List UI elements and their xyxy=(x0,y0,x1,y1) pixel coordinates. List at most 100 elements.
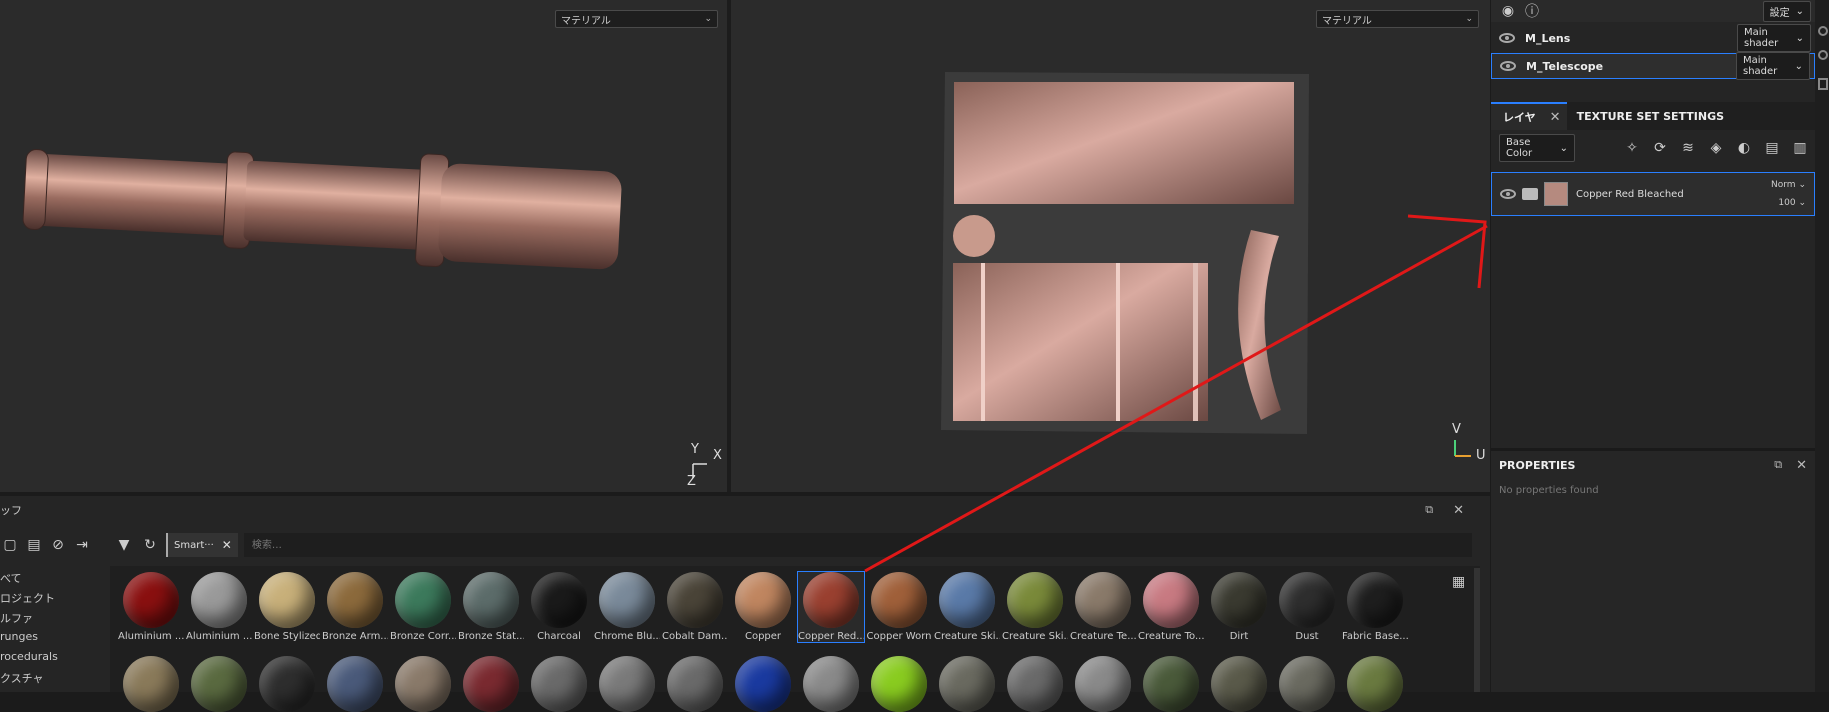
material-tile[interactable] xyxy=(254,656,320,712)
material-tile[interactable] xyxy=(1274,656,1340,712)
eye-icon[interactable] xyxy=(1500,61,1516,71)
close-icon[interactable]: ✕ xyxy=(1796,458,1807,473)
material-tile[interactable] xyxy=(322,656,388,712)
undock-icon[interactable]: ⧉ xyxy=(1774,458,1782,472)
eye-icon[interactable] xyxy=(1499,33,1515,43)
shader-dropdown[interactable]: Main shader ⌄ xyxy=(1737,24,1811,52)
axis-label-v: V xyxy=(1452,422,1461,437)
texture-set-row[interactable]: M_Lens Main shader ⌄ xyxy=(1491,24,1815,52)
material-tile[interactable] xyxy=(798,656,864,712)
axis-label-u: U xyxy=(1476,448,1486,463)
material-tile[interactable]: Creature To... xyxy=(1138,572,1204,642)
layer-row[interactable]: Copper Red Bleached Norm ⌄ 100 ⌄ xyxy=(1491,172,1815,216)
material-tile[interactable] xyxy=(1002,656,1068,712)
viewport-3d[interactable]: マテリアル ⌄ Y X Z xyxy=(0,0,727,492)
material-preview xyxy=(259,572,315,628)
material-tile[interactable]: Dirt xyxy=(1206,572,1272,642)
material-tile[interactable]: Creature Te... xyxy=(1070,572,1136,642)
material-label: Dust xyxy=(1295,631,1319,642)
material-preview xyxy=(463,572,519,628)
material-tile[interactable] xyxy=(458,656,524,712)
channel-dropdown[interactable]: Base Color ⌄ xyxy=(1499,134,1575,162)
material-tile[interactable]: Cobalt Dam... xyxy=(662,572,728,642)
material-tile[interactable]: Creature Ski... xyxy=(1002,572,1068,642)
texture-set-toolbar: ◉ ⓘ 設定 ⌄ xyxy=(1491,0,1815,22)
info-icon[interactable]: ⓘ xyxy=(1523,2,1541,20)
fill-layer-icon[interactable]: ◈ xyxy=(1707,139,1725,157)
material-tile[interactable]: Copper Worn xyxy=(866,572,932,642)
visibility-settings-icon[interactable]: ◉ xyxy=(1499,2,1517,20)
material-tile[interactable]: Bronze Stat... xyxy=(458,572,524,642)
chevron-down-icon: ⌄ xyxy=(1798,180,1806,190)
settings-dropdown[interactable]: 設定 ⌄ xyxy=(1762,0,1811,22)
properties-panel: PROPERTIES ⧉ ✕ No properties found xyxy=(1491,448,1815,692)
material-preview xyxy=(395,656,451,712)
side-tool-icon[interactable] xyxy=(1818,50,1828,60)
material-tile[interactable] xyxy=(866,656,932,712)
magic-wand-icon[interactable]: ✧ xyxy=(1623,139,1641,157)
add-layer-icon[interactable]: ≋ xyxy=(1679,139,1697,157)
material-tile[interactable] xyxy=(186,656,252,712)
material-tile[interactable] xyxy=(934,656,1000,712)
material-tile[interactable] xyxy=(1138,656,1204,712)
material-tile[interactable]: Bronze Arm... xyxy=(322,572,388,642)
axis-label-z: Z xyxy=(687,474,696,489)
close-icon[interactable]: ✕ xyxy=(1550,110,1561,125)
material-tile[interactable] xyxy=(118,656,184,712)
chevron-down-icon: ⌄ xyxy=(1559,142,1568,154)
side-toolbar xyxy=(1815,0,1829,692)
material-tile[interactable] xyxy=(1070,656,1136,712)
eye-icon[interactable] xyxy=(1500,189,1516,199)
material-preview xyxy=(1007,572,1063,628)
material-label: Chrome Blu... xyxy=(594,631,660,642)
material-tile[interactable]: Chrome Blu... xyxy=(594,572,660,642)
tab-texture-set-settings[interactable]: TEXTURE SET SETTINGS xyxy=(1567,102,1734,130)
material-tile[interactable]: Dust xyxy=(1274,572,1340,642)
material-label: Aluminium ... xyxy=(118,631,184,642)
material-tile[interactable] xyxy=(1206,656,1272,712)
material-tile[interactable] xyxy=(662,656,728,712)
shader-dropdown[interactable]: Main shader ⌄ xyxy=(1736,52,1810,80)
material-tile[interactable]: Creature Ski... xyxy=(934,572,1000,642)
material-tile[interactable]: Bone Stylized xyxy=(254,572,320,642)
material-tile[interactable] xyxy=(390,656,456,712)
mask-icon[interactable]: ◐ xyxy=(1735,139,1753,157)
texture-set-row-selected[interactable]: M_Telescope Main shader ⌄ xyxy=(1491,52,1815,80)
material-tile[interactable]: Copper xyxy=(730,572,796,642)
tab-label: レイヤ xyxy=(1503,111,1536,124)
texture-set-name: M_Lens xyxy=(1525,31,1571,45)
material-tile[interactable] xyxy=(730,656,796,712)
material-preview xyxy=(735,572,791,628)
delete-icon[interactable]: ▥ xyxy=(1791,139,1809,157)
material-tile[interactable]: Aluminium ... xyxy=(186,572,252,642)
material-preview xyxy=(327,572,383,628)
layer-tabs: レイヤ ✕ TEXTURE SET SETTINGS xyxy=(1491,102,1815,130)
material-tile[interactable]: Charcoal xyxy=(526,572,592,642)
telescope-3d-model xyxy=(22,149,622,270)
material-preview xyxy=(1279,656,1335,712)
side-tool-icon[interactable] xyxy=(1818,78,1828,90)
material-preview xyxy=(123,656,179,712)
texture-set-name: M_Telescope xyxy=(1526,59,1604,73)
material-preview xyxy=(667,572,723,628)
material-tile[interactable] xyxy=(1342,656,1408,712)
material-tile[interactable]: Bronze Corr... xyxy=(390,572,456,642)
material-tile[interactable]: Aluminium ... xyxy=(118,572,184,642)
material-tile[interactable] xyxy=(526,656,592,712)
opacity-value: 100 xyxy=(1778,198,1796,208)
side-tool-icon[interactable] xyxy=(1818,26,1828,36)
tab-layers[interactable]: レイヤ ✕ xyxy=(1491,102,1567,130)
material-preview xyxy=(803,656,859,712)
viewport-2d[interactable]: マテリアル ⌄ V U xyxy=(731,0,1490,492)
shader-label: Main shader xyxy=(1744,27,1779,49)
material-preview xyxy=(735,656,791,712)
material-tile[interactable]: Fabric Base... xyxy=(1342,572,1408,642)
add-effect-icon[interactable]: ⟳ xyxy=(1651,139,1669,157)
material-preview xyxy=(259,656,315,712)
material-tile[interactable]: Copper Red... xyxy=(797,571,865,643)
material-tile[interactable] xyxy=(594,656,660,712)
opacity-dropdown[interactable]: 100 ⌄ xyxy=(1778,198,1806,208)
chevron-down-icon: ⌄ xyxy=(1794,60,1803,72)
add-folder-icon[interactable]: ▤ xyxy=(1763,139,1781,157)
blend-mode-dropdown[interactable]: Norm ⌄ xyxy=(1771,180,1806,190)
